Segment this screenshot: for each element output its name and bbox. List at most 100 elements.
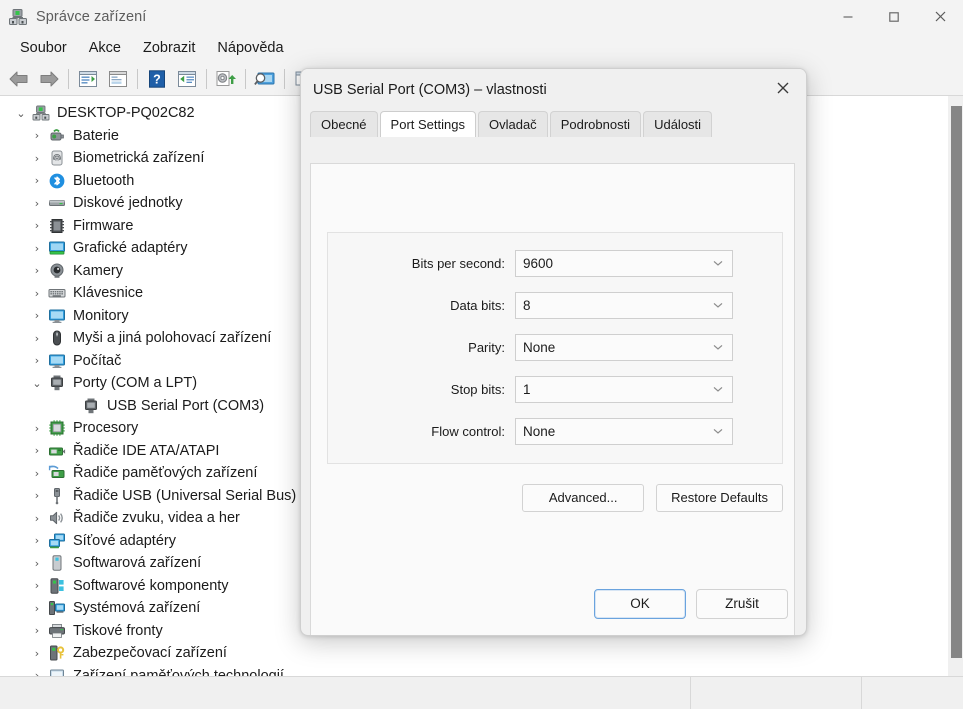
bits-per-second-label: Bits per second: [411, 255, 505, 271]
scan-hardware-icon[interactable] [172, 65, 202, 93]
software-device-icon [48, 554, 66, 572]
twisty-collapsed-icon[interactable]: › [26, 558, 48, 569]
console-icon[interactable] [250, 65, 280, 93]
twisty-collapsed-icon[interactable]: › [26, 220, 48, 231]
tree-node-label: Softwarová zařízení [73, 555, 202, 572]
twisty-collapsed-icon[interactable]: › [26, 423, 48, 434]
twisty-collapsed-icon[interactable]: › [26, 603, 48, 614]
window-title: Správce zařízení [36, 8, 147, 25]
fingerprint-icon [48, 149, 66, 167]
field-row-parity: Parity: None [328, 331, 782, 363]
twisty-collapsed-icon[interactable]: › [26, 288, 48, 299]
battery-icon [48, 127, 66, 145]
properties-icon[interactable] [73, 65, 103, 93]
chevron-down-icon [713, 422, 723, 440]
memory-technology-icon [48, 667, 66, 676]
menu-soubor[interactable]: Soubor [9, 37, 78, 59]
tree-node-label: Grafické adaptéry [73, 240, 188, 257]
ok-button[interactable]: OK [594, 589, 686, 619]
twisty-collapsed-icon[interactable]: › [26, 535, 48, 546]
bluetooth-icon [48, 172, 66, 190]
dialog-close-button[interactable] [760, 69, 806, 111]
back-icon[interactable] [4, 65, 34, 93]
window-titlebar: Správce zařízení [0, 0, 963, 33]
cancel-button[interactable]: Zrušit [696, 589, 788, 619]
show-hidden-icon[interactable] [103, 65, 133, 93]
twisty-collapsed-icon[interactable]: › [26, 513, 48, 524]
firmware-icon [48, 217, 66, 235]
software-component-icon [48, 577, 66, 595]
tab-obecne[interactable]: Obecné [310, 111, 378, 137]
menu-napoveda[interactable]: Nápověda [206, 37, 294, 59]
data-bits-value: 8 [523, 297, 531, 313]
twisty-collapsed-icon[interactable]: › [26, 625, 48, 636]
twisty-collapsed-icon[interactable]: › [26, 130, 48, 141]
twisty-collapsed-icon[interactable]: › [26, 468, 48, 479]
disk-drive-icon [48, 194, 66, 212]
sound-icon [48, 509, 66, 527]
tree-node-label: Bluetooth [73, 172, 135, 189]
tab-udalosti[interactable]: Události [643, 111, 713, 137]
tree-node-label: Klávesnice [73, 285, 144, 302]
tab-port-settings[interactable]: Port Settings [379, 111, 476, 137]
bits-per-second-select[interactable]: 9600 [515, 249, 733, 277]
properties-dialog: USB Serial Port (COM3) – vlastnosti Obec… [300, 68, 807, 636]
twisty-collapsed-icon[interactable]: › [26, 243, 48, 254]
scrollbar-thumb[interactable] [951, 106, 962, 658]
svg-text:?: ? [153, 73, 161, 87]
parity-select[interactable]: None [515, 333, 733, 361]
tree-node-label: Biometrická zařízení [73, 150, 205, 167]
twisty-expanded-icon[interactable]: ⌄ [26, 378, 48, 389]
twisty-collapsed-icon[interactable]: › [26, 153, 48, 164]
keyboard-icon [48, 284, 66, 302]
twisty-collapsed-icon[interactable]: › [26, 445, 48, 456]
tree-vertical-scrollbar[interactable] [948, 96, 963, 676]
update-driver-icon[interactable] [211, 65, 241, 93]
twisty-collapsed-icon[interactable]: › [26, 265, 48, 276]
twisty-collapsed-icon[interactable]: › [26, 648, 48, 659]
stop-bits-value: 1 [523, 381, 531, 397]
twisty-collapsed-icon[interactable]: › [26, 175, 48, 186]
port-icon [48, 374, 66, 392]
tree-node-label: Zařízení paměťových technologií [73, 667, 284, 676]
forward-icon[interactable] [34, 65, 64, 93]
toolbar-separator [284, 69, 285, 89]
dialog-tabstrip: Obecné Port Settings Ovladač Podrobnosti… [310, 111, 806, 137]
tree-node-label: Řadiče paměťových zařízení [73, 465, 258, 482]
twisty-collapsed-icon[interactable]: › [26, 333, 48, 344]
twisty-collapsed-icon[interactable]: › [26, 580, 48, 591]
twisty-collapsed-icon[interactable]: › [26, 198, 48, 209]
menu-zobrazit[interactable]: Zobrazit [132, 37, 206, 59]
tree-node-label: Zabezpečovací zařízení [73, 645, 227, 662]
help-icon[interactable]: ? [142, 65, 172, 93]
twisty-collapsed-icon[interactable]: › [26, 355, 48, 366]
close-button[interactable] [917, 0, 963, 33]
minimize-button[interactable] [825, 0, 871, 33]
toolbar-separator [68, 69, 69, 89]
status-pane-secondary [691, 677, 862, 709]
tree-node-label: Softwarové komponenty [73, 577, 229, 594]
toolbar-separator [245, 69, 246, 89]
tree-node-label: USB Serial Port (COM3) [107, 397, 265, 414]
data-bits-select[interactable]: 8 [515, 291, 733, 319]
processor-icon [48, 419, 66, 437]
advanced-button[interactable]: Advanced... [522, 484, 645, 512]
field-row-bits-per-second: Bits per second: 9600 [328, 247, 782, 279]
twisty-collapsed-icon[interactable]: › [26, 490, 48, 501]
computer-device-icon [48, 352, 66, 370]
stop-bits-select[interactable]: 1 [515, 375, 733, 403]
computer-icon [32, 104, 50, 122]
tree-node-label: Procesory [73, 420, 139, 437]
restore-defaults-button[interactable]: Restore Defaults [656, 484, 783, 512]
twisty-expanded-icon[interactable]: ⌄ [10, 108, 32, 119]
stop-bits-label: Stop bits: [450, 381, 505, 397]
tree-node-zarizeni-pametovych-technologii[interactable]: › Zařízení paměťových technologií [0, 665, 963, 676]
tree-node-zabezpecovaci-zarizeni[interactable]: › Zabezpečovací zařízení [0, 642, 963, 665]
usb-controller-icon [48, 487, 66, 505]
menu-akce[interactable]: Akce [78, 37, 132, 59]
tab-podrobnosti[interactable]: Podrobnosti [549, 111, 642, 137]
tab-ovladac[interactable]: Ovladač [477, 111, 548, 137]
twisty-collapsed-icon[interactable]: › [26, 310, 48, 321]
flow-control-select[interactable]: None [515, 417, 733, 445]
maximize-button[interactable] [871, 0, 917, 33]
